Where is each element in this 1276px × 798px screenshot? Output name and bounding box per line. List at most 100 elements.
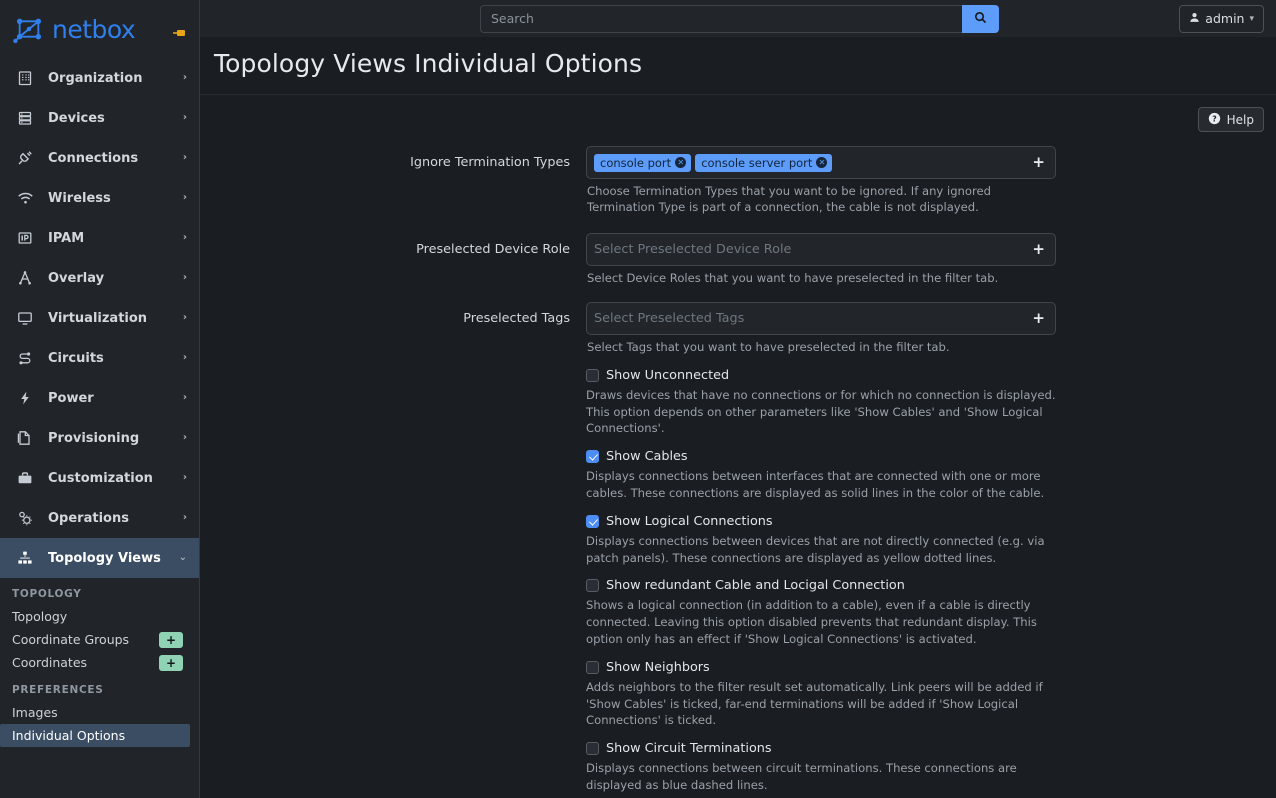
show-unconnected-row[interactable]: Show Unconnected (586, 368, 1276, 383)
user-menu-button[interactable]: admin ▾ (1179, 4, 1264, 33)
option-show-redundant-cable-and-logical-connection: Show redundant Cable and Locigal Connect… (586, 578, 1276, 647)
sidebar-item-label: IPAM (48, 230, 85, 246)
plug-icon (14, 148, 36, 168)
sidebar-item-wireless[interactable]: Wireless › (0, 178, 199, 218)
sidebar-item-label: Virtualization (48, 310, 148, 326)
show-neighbors-row[interactable]: Show Neighbors (586, 660, 1276, 675)
show-unconnected-checkbox[interactable] (586, 368, 599, 382)
chevron-down-icon: ⌄ (178, 552, 187, 563)
sidebar-subitem-label: Images (12, 705, 58, 720)
sidebar-item-connections[interactable]: Connections › (0, 138, 199, 178)
page-header: Topology Views Individual Options (200, 37, 1276, 95)
chevron-right-icon: › (182, 432, 187, 443)
sidebar-item-topology-views[interactable]: Topology Views ⌄ (0, 538, 199, 578)
chevron-right-icon: › (182, 152, 187, 163)
show-circuit-terminations-row[interactable]: Show Circuit Terminations (586, 741, 1276, 756)
preselected-device-role-select[interactable]: Select Preselected Device Role + (586, 232, 1056, 266)
main-area: admin ▾ Topology Views Individual Option… (200, 0, 1276, 798)
sidebar-item-overlay[interactable]: Overlay › (0, 258, 199, 298)
pin-icon[interactable] (173, 24, 187, 43)
monitor-icon (14, 308, 36, 328)
tag-chip[interactable]: console server port ✕ (695, 153, 833, 172)
checkbox-help-text: Shows a logical connection (in addition … (586, 598, 1037, 646)
sidebar-item-power[interactable]: Power › (0, 378, 199, 418)
help-button[interactable]: ? Help (1197, 107, 1264, 132)
sidebar-subitem-label: Coordinates (12, 655, 88, 670)
chevron-right-icon: › (182, 192, 187, 203)
topology-sitemap-icon (14, 548, 36, 568)
show-cables-row[interactable]: Show Cables (586, 449, 1276, 464)
ip-address-icon (14, 228, 36, 248)
sidebar-item-organization[interactable]: Organization › (0, 58, 199, 98)
checkbox-help-text: Displays connections between devices tha… (586, 533, 1045, 565)
user-menu-label: admin (1205, 11, 1245, 26)
server-icon (14, 108, 36, 128)
show-logical-connections-row[interactable]: Show Logical Connections (586, 514, 1276, 529)
app-root: netbox Organization › Devices › Connecti… (0, 0, 1276, 798)
show-circuit-terminations-checkbox[interactable] (586, 742, 599, 756)
search-button[interactable] (962, 4, 999, 33)
field-help-text: Choose Termination Types that you want t… (587, 184, 992, 215)
sidebar-item-customization[interactable]: Customization › (0, 458, 199, 498)
brand-header: netbox (0, 0, 199, 58)
sidebar-subitem-label: Topology (12, 609, 68, 624)
field-help-text: Select Device Roles that you want to hav… (587, 270, 999, 285)
tag-chip[interactable]: console port ✕ (594, 153, 692, 172)
global-search (480, 4, 999, 33)
options-checkbox-group: Show Unconnected Draws devices that have… (200, 368, 1276, 798)
chevron-right-icon: › (182, 232, 187, 243)
show-redundant-row[interactable]: Show redundant Cable and Locigal Connect… (586, 578, 1276, 593)
sidebar-item-ipam[interactable]: IPAM › (0, 218, 199, 258)
field-label: Ignore Termination Types (410, 155, 570, 170)
netbox-home-link[interactable]: netbox (12, 12, 136, 46)
checkbox-label: Show redundant Cable and Locigal Connect… (606, 578, 905, 594)
sidebar-item-individual-options[interactable]: Individual Options (0, 724, 190, 747)
option-show-unconnected: Show Unconnected Draws devices that have… (586, 368, 1276, 437)
remove-tag-icon[interactable]: ✕ (816, 157, 828, 168)
wifi-icon (14, 188, 36, 208)
show-logical-connections-checkbox[interactable] (586, 514, 599, 528)
sidebar: netbox Organization › Devices › Connecti… (0, 0, 200, 798)
plus-icon[interactable]: + (1032, 155, 1045, 170)
sidebar-item-devices[interactable]: Devices › (0, 98, 199, 138)
field-label: Preselected Tags (463, 311, 570, 327)
sidebar-item-topology[interactable]: Topology (0, 605, 199, 628)
show-cables-checkbox[interactable] (586, 450, 599, 464)
sidebar-item-coordinate-groups[interactable]: Coordinate Groups + (0, 628, 199, 651)
field-preselected-device-role: Preselected Device Role Select Preselect… (200, 232, 1276, 286)
sidebar-section-preferences-heading: PREFERENCES (12, 684, 104, 696)
show-redundant-checkbox[interactable] (586, 579, 599, 593)
sidebar-item-label: Devices (48, 110, 105, 126)
add-coordinate-group-button[interactable]: + (159, 631, 183, 648)
chevron-right-icon: › (182, 272, 187, 283)
add-coordinate-button[interactable]: + (159, 654, 183, 671)
search-input[interactable] (480, 4, 962, 33)
preselected-tags-select[interactable]: Select Preselected Tags + (586, 302, 1056, 336)
checkbox-help-text: Displays connections between circuit ter… (586, 761, 1017, 792)
brand-name: netbox (52, 14, 136, 44)
help-button-label: Help (1226, 112, 1254, 127)
help-row: ? Help (200, 95, 1276, 132)
sidebar-item-label: Organization (48, 70, 143, 86)
plus-icon[interactable]: + (1032, 241, 1045, 257)
checkbox-help-text: Displays connections between interfaces … (586, 469, 1045, 500)
sidebar-item-operations[interactable]: Operations › (0, 498, 199, 538)
checkbox-help-text: Draws devices that have no connections o… (586, 387, 1056, 436)
remove-tag-icon[interactable]: ✕ (675, 157, 687, 168)
sidebar-item-virtualization[interactable]: Virtualization › (0, 298, 199, 338)
user-icon (1189, 11, 1200, 26)
sidebar-item-coordinates[interactable]: Coordinates + (0, 651, 199, 674)
ignore-termination-types-select[interactable]: console port ✕ console server port ✕ + (586, 146, 1056, 179)
sidebar-item-circuits[interactable]: Circuits › (0, 338, 199, 378)
checkbox-label: Show Logical Connections (606, 513, 773, 529)
chevron-right-icon: › (182, 472, 187, 483)
sidebar-item-label: Overlay (48, 270, 105, 286)
show-neighbors-checkbox[interactable] (586, 660, 599, 674)
gears-icon (14, 508, 36, 528)
sidebar-item-images[interactable]: Images (0, 701, 199, 724)
toolbox-icon (14, 468, 36, 488)
checkbox-help-text: Adds neighbors to the filter result set … (586, 679, 1043, 728)
plus-icon[interactable]: + (1032, 311, 1045, 326)
sidebar-item-provisioning[interactable]: Provisioning › (0, 418, 199, 458)
field-ignore-termination-types: Ignore Termination Types console port ✕ … (200, 146, 1276, 216)
